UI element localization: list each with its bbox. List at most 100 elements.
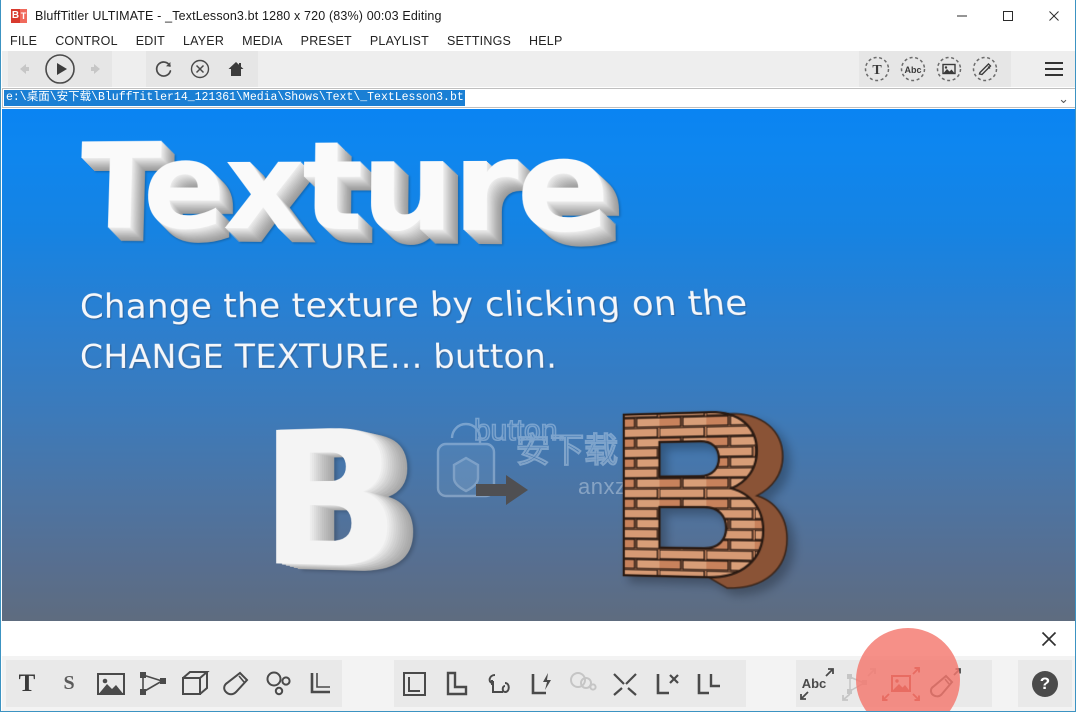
maximize-icon xyxy=(1003,10,1013,21)
blufftitler-window: B T BluffTitler ULTIMATE - _TextLesson3.… xyxy=(0,0,1076,712)
rotate-layer-button[interactable] xyxy=(478,660,520,707)
change-effect-icon xyxy=(929,667,961,697)
window-controls xyxy=(939,0,1075,31)
home-button[interactable] xyxy=(218,51,254,87)
menu-settings[interactable]: SETTINGS xyxy=(447,34,520,48)
layer-type-group: T Abc xyxy=(859,51,1011,87)
menu-playlist[interactable]: PLAYLIST xyxy=(370,34,438,48)
cube-icon xyxy=(182,671,210,695)
forward-arrow-icon xyxy=(90,64,100,74)
change-font-icon: Abc xyxy=(800,667,834,700)
chevron-down-icon[interactable]: ⌄ xyxy=(1058,91,1069,107)
add-effect-layer-button[interactable] xyxy=(216,660,258,707)
bubble-layer-button[interactable] xyxy=(562,660,604,707)
menu-edit[interactable]: EDIT xyxy=(136,34,174,48)
delete-layer-button[interactable] xyxy=(646,660,688,707)
subtitle-block: Change the texture by clicking on the CH… xyxy=(2,283,1075,387)
menu-media[interactable]: MEDIA xyxy=(242,34,292,48)
app-logo-right: T xyxy=(20,8,27,23)
address-input[interactable]: e:\桌面\安下载\BluffTitler14_121361\Media\Sho… xyxy=(4,90,465,106)
menu-help[interactable]: HELP xyxy=(529,34,571,48)
effect-layer-icon-button[interactable] xyxy=(967,51,1003,87)
close-icon xyxy=(1049,10,1059,21)
title-bar: B T BluffTitler ULTIMATE - _TextLesson3.… xyxy=(1,0,1075,31)
forward-button[interactable] xyxy=(80,51,112,87)
light-icon xyxy=(310,673,330,694)
picture-icon xyxy=(97,672,125,695)
minimize-button[interactable] xyxy=(939,0,985,31)
hamburger-line xyxy=(1045,68,1063,70)
back-button[interactable] xyxy=(8,51,40,87)
bubble-layer-icon xyxy=(570,671,597,691)
flash-layer-button[interactable] xyxy=(520,660,562,707)
cut-layer-icon xyxy=(446,671,468,695)
add-plasma-layer-button[interactable] xyxy=(132,660,174,707)
collapse-layers-button[interactable] xyxy=(604,660,646,707)
add-shape-layer-button[interactable]: S xyxy=(48,660,90,707)
preview-canvas[interactable]: Texture Change the texture by clicking o… xyxy=(2,109,1076,621)
menu-layer[interactable]: LAYER xyxy=(183,34,233,48)
menu-control[interactable]: CONTROL xyxy=(55,34,127,48)
plasma-icon xyxy=(140,671,166,695)
delete-layer-icon xyxy=(656,673,679,694)
close-panel-button[interactable] xyxy=(1036,626,1062,652)
letters-demo-row: B xyxy=(2,388,1076,612)
play-icon xyxy=(45,54,75,84)
stop-button[interactable] xyxy=(182,51,218,87)
picture-layer-icon xyxy=(936,56,962,82)
address-bar[interactable]: e:\桌面\安下载\BluffTitler14_121361\Media\Sho… xyxy=(2,88,1075,108)
cut-layer-button[interactable] xyxy=(436,660,478,707)
add-light-layer-button[interactable] xyxy=(300,660,342,707)
home-icon xyxy=(228,62,244,76)
menu-bar: FILE CONTROL EDIT LAYER MEDIA PRESET PLA… xyxy=(1,31,1075,51)
app-logo-icon: B T xyxy=(11,8,27,23)
change-font-button[interactable]: Abc xyxy=(796,660,838,707)
main-menu-button[interactable] xyxy=(1036,51,1072,87)
hamburger-line xyxy=(1045,62,1063,64)
transport-group xyxy=(146,51,258,87)
add-particle-layer-button[interactable] xyxy=(258,660,300,707)
effect-layer-icon xyxy=(972,56,998,82)
plain-letter: B xyxy=(260,387,402,613)
add-picture-layer-button[interactable] xyxy=(90,660,132,707)
text-layer-icon: T xyxy=(864,56,890,82)
maximize-button[interactable] xyxy=(985,0,1031,31)
refresh-button[interactable] xyxy=(146,51,182,87)
copy-layer-icon xyxy=(403,671,426,696)
subtitle-line-1: Change the texture by clicking on the xyxy=(80,283,750,327)
layer-operations-group xyxy=(394,660,746,707)
nav-toolbar: T Abc xyxy=(2,51,1075,87)
brick-letter-b-icon xyxy=(614,403,796,602)
play-button[interactable] xyxy=(40,51,79,87)
move-layer-icon xyxy=(697,673,720,694)
bottom-white-strip xyxy=(2,621,1075,656)
duplicate-layer-button[interactable] xyxy=(394,660,436,707)
help-button[interactable]: ? xyxy=(1032,670,1058,697)
font-layer-icon: Abc xyxy=(900,56,926,82)
close-window-button[interactable] xyxy=(1031,0,1075,31)
picture-layer-icon-button[interactable] xyxy=(931,51,967,87)
pencil-icon xyxy=(223,671,249,696)
menu-file[interactable]: FILE xyxy=(10,34,46,48)
add-text-layer-button[interactable]: T xyxy=(6,660,48,707)
back-arrow-icon xyxy=(20,64,30,74)
particle-icon xyxy=(266,671,291,696)
hamburger-line xyxy=(1045,74,1063,76)
minimize-icon xyxy=(957,15,967,16)
layer-properties-group: Abc xyxy=(796,660,992,707)
svg-text:T: T xyxy=(872,63,882,78)
change-plasma-icon xyxy=(842,667,876,701)
add-model-layer-button[interactable] xyxy=(174,660,216,707)
help-group: ? xyxy=(1018,660,1072,707)
stop-icon xyxy=(190,59,210,79)
change-effect-button[interactable] xyxy=(922,660,964,707)
move-layer-button[interactable] xyxy=(688,660,730,707)
rotate-layer-icon xyxy=(488,673,510,693)
menu-preset[interactable]: PRESET xyxy=(301,34,361,48)
change-plasma-button[interactable] xyxy=(838,660,880,707)
right-arrow-icon xyxy=(476,475,528,505)
font-layer-icon-button[interactable]: Abc xyxy=(895,51,931,87)
flash-layer-icon xyxy=(531,672,551,694)
change-texture-button[interactable] xyxy=(880,660,922,707)
text-layer-icon-button[interactable]: T xyxy=(859,51,895,87)
